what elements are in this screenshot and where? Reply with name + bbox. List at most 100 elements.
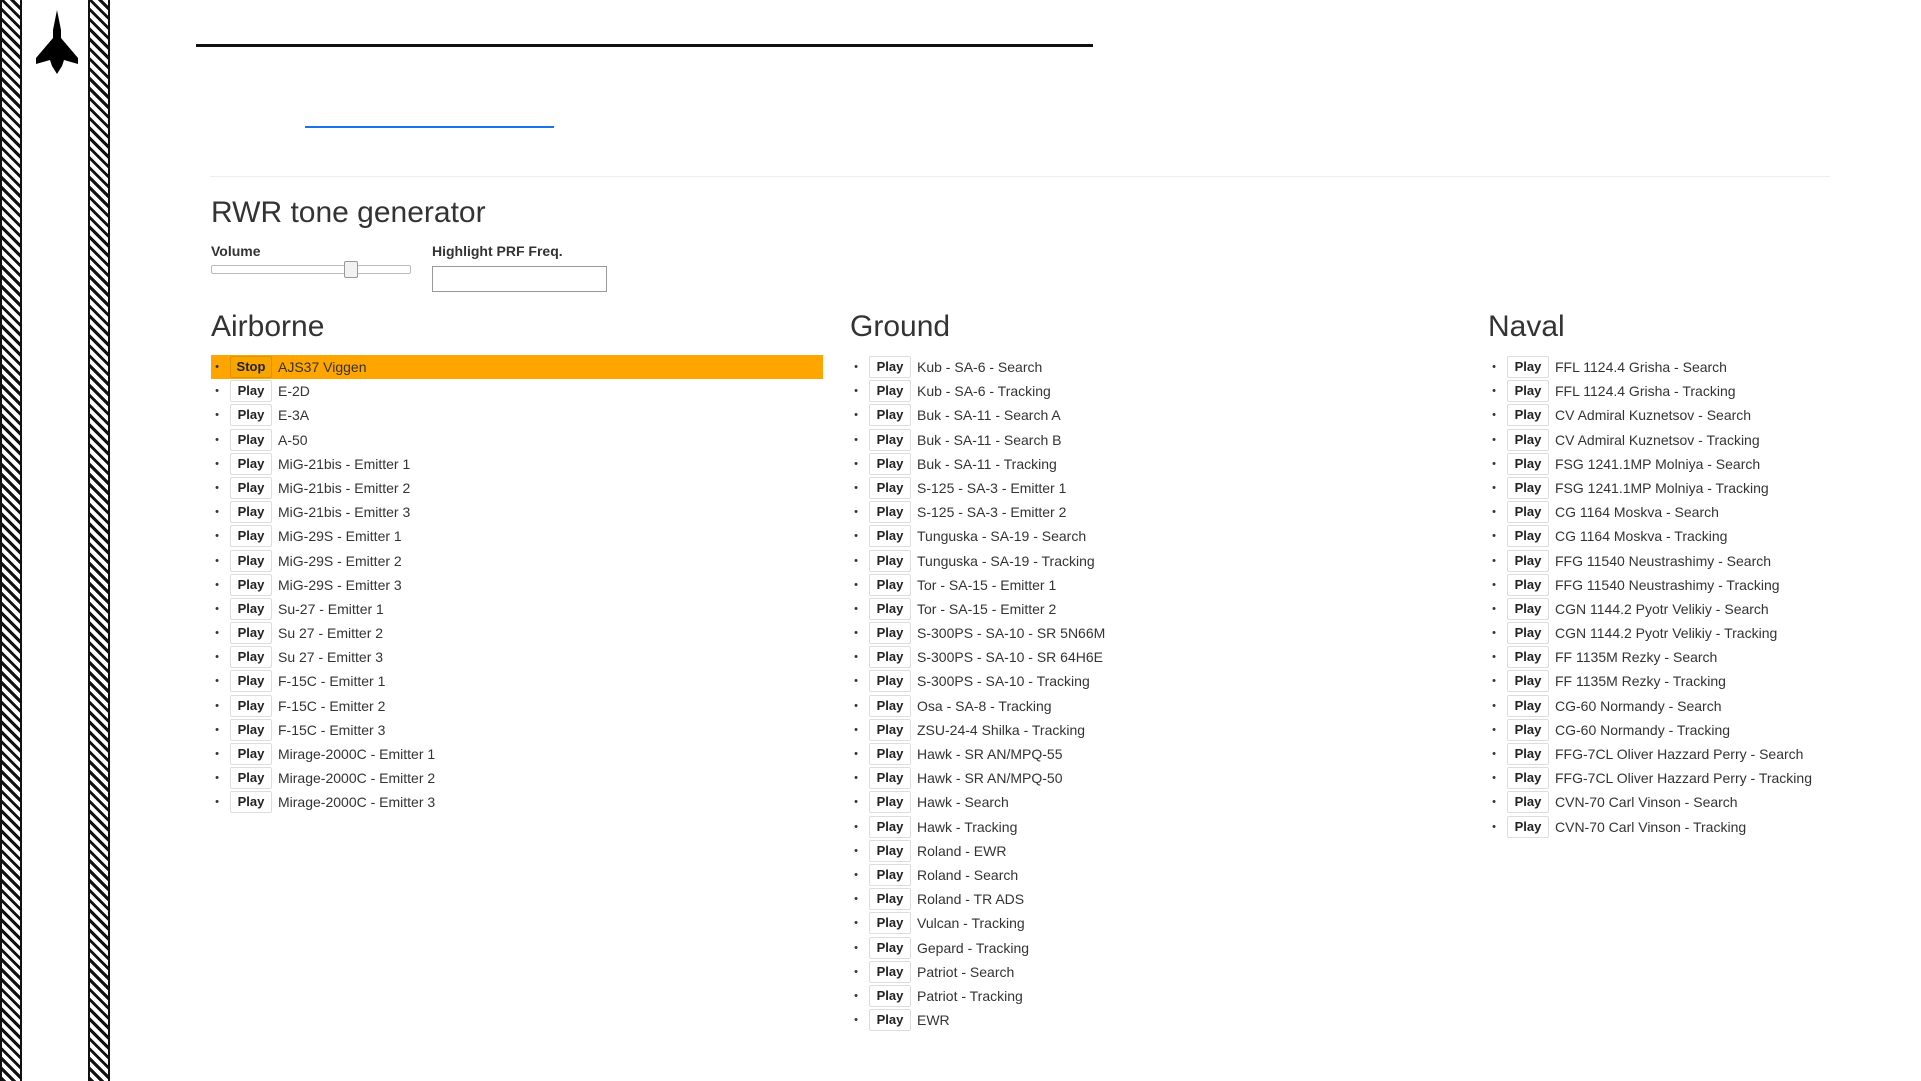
emitter-label: Gepard - Tracking [917,939,1030,956]
emitter-item: • Play Hawk - SR AN/MPQ-50 [850,766,1462,790]
section-airborne: Airborne • Stop AJS37 Viggen • Play E-2D • Play… [211,309,823,815]
play-button[interactable]: Play [230,622,272,645]
play-button[interactable]: Play [869,912,911,935]
play-button[interactable]: Play [230,743,272,765]
emitter-item: • Play CGN 1144.2 Pyotr Velikiy - Search [1488,597,1921,621]
play-button[interactable]: Play [1507,791,1549,814]
play-button[interactable]: Play [1507,694,1549,717]
play-button[interactable]: Play [869,984,911,1007]
play-button[interactable]: Play [230,380,272,403]
play-button[interactable]: Play [869,863,911,886]
bullet-icon: • [854,409,858,422]
emitter-item: • Stop AJS37 Viggen [211,355,823,380]
bullet-icon: • [1492,385,1496,398]
emitter-item: • Play EWR [850,1008,1462,1032]
play-button[interactable]: Play [1507,815,1549,838]
play-button[interactable]: Play [869,936,911,959]
play-button[interactable]: Play [230,670,272,693]
bullet-icon: • [854,989,858,1002]
play-button[interactable]: Play [869,960,911,983]
play-button[interactable]: Play [230,694,272,717]
emitter-label: MiG-21bis - Emitter 1 [278,455,411,472]
play-button[interactable]: Play [869,839,911,862]
emitter-item: • Play MiG-21bis - Emitter 1 [211,452,823,476]
play-button[interactable]: Play [1507,356,1549,378]
prf-frequency-input[interactable] [432,266,607,292]
play-button[interactable]: Play [1507,380,1549,403]
play-button[interactable]: Play [869,597,911,620]
play-button[interactable]: Play [869,428,911,451]
play-button[interactable]: Play [1507,501,1549,524]
play-button[interactable]: Play [1507,622,1549,645]
emitter-item: • Play Tunguska - SA-19 - Search [850,524,1462,548]
play-button[interactable]: Play [1507,476,1549,499]
play-button[interactable]: Play [869,549,911,572]
play-button[interactable]: Play [869,646,911,669]
emitter-item: • Play Su-27 - Emitter 1 [211,597,823,621]
bullet-icon: • [215,675,219,688]
emitter-item: • Play Tunguska - SA-19 - Tracking [850,549,1462,573]
emitter-item: • Play Buk - SA-11 - Search A [850,403,1462,427]
play-button[interactable]: Play [1507,428,1549,451]
emitter-label: CG 1164 Moskva - Tracking [1555,528,1728,545]
play-button[interactable]: Play [869,452,911,475]
play-button[interactable]: Play [230,791,272,814]
play-button[interactable]: Play [869,718,911,741]
play-button[interactable]: Play [869,476,911,499]
play-button[interactable]: Play [230,476,272,499]
play-button[interactable]: Play [230,573,272,596]
play-button[interactable]: Play [230,549,272,572]
play-button[interactable]: Play [1507,670,1549,693]
play-button[interactable]: Play [230,428,272,451]
emitter-item: • Play FFG 11540 Neustrashimy - Search [1488,549,1921,573]
play-button[interactable]: Play [1507,718,1549,741]
play-button[interactable]: Play [230,501,272,524]
play-button[interactable]: Play [869,356,911,378]
play-button[interactable]: Play [1507,452,1549,475]
play-button[interactable]: Play [1507,743,1549,765]
play-button[interactable]: Play [869,791,911,814]
play-button[interactable]: Play [869,767,911,790]
play-button[interactable]: Play [869,404,911,427]
play-button[interactable]: Play [1507,767,1549,790]
play-button[interactable]: Play [869,743,911,765]
play-button[interactable]: Play [869,888,911,911]
section-title: Airborne [211,310,325,343]
stop-button[interactable]: Stop [230,356,272,378]
play-button[interactable]: Play [230,767,272,790]
play-button[interactable]: Play [1507,525,1549,548]
play-button[interactable]: Play [1507,573,1549,596]
nav-link-underline[interactable] [305,126,554,128]
emitter-label: CV Admiral Kuznetsov - Search [1555,407,1752,424]
section-divider [210,176,1830,177]
play-button[interactable]: Play [230,452,272,475]
play-button[interactable]: Play [869,525,911,548]
play-button[interactable]: Play [869,573,911,596]
bullet-icon: • [215,772,219,785]
play-button[interactable]: Play [1507,597,1549,620]
play-button[interactable]: Play [230,597,272,620]
emitter-label: F-15C - Emitter 2 [278,697,386,714]
bullet-icon: • [1492,457,1496,470]
emitter-label: CGN 1144.2 Pyotr Velikiy - Search [1555,600,1769,617]
play-button[interactable]: Play [230,646,272,669]
emitter-label: ZSU-24-4 Shilka - Tracking [917,721,1086,738]
play-button[interactable]: Play [230,525,272,548]
volume-slider[interactable] [211,261,411,278]
play-button[interactable]: Play [869,501,911,524]
play-button[interactable]: Play [869,694,911,717]
play-button[interactable]: Play [230,718,272,741]
play-button[interactable]: Play [869,622,911,645]
play-button[interactable]: Play [869,670,911,693]
bullet-icon: • [215,602,219,615]
play-button[interactable]: Play [1507,549,1549,572]
play-button[interactable]: Play [230,404,272,427]
play-button[interactable]: Play [1507,646,1549,669]
play-button[interactable]: Play [869,1009,911,1032]
play-button[interactable]: Play [1507,404,1549,427]
volume-slider-thumb[interactable] [344,261,359,278]
play-button[interactable]: Play [869,380,911,403]
emitter-item: • Play E-2D [211,379,823,403]
play-button[interactable]: Play [869,815,911,838]
emitter-item: • Play FFG-7CL Oliver Hazzard Perry - Trac… [1488,766,1921,790]
